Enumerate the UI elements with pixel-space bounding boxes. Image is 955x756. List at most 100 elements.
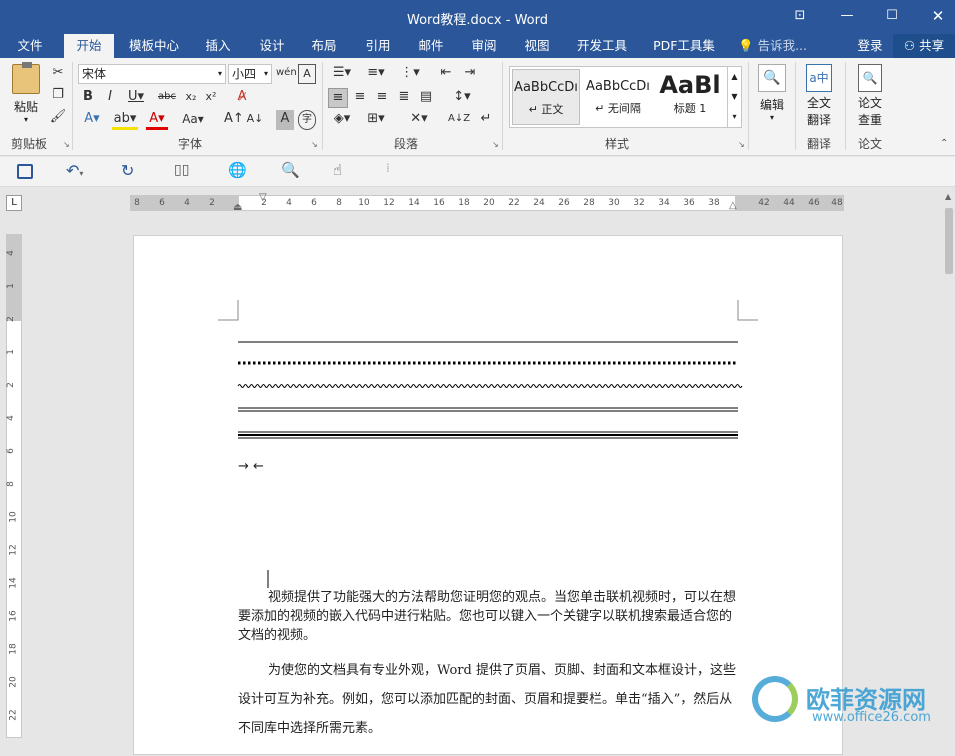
ribbon-display-options-icon[interactable]: ⊡ bbox=[787, 4, 813, 28]
borders-icon[interactable]: ⊞▾ bbox=[362, 110, 390, 130]
redo-icon[interactable]: ↻ bbox=[121, 161, 134, 180]
first-line-indent-marker-icon[interactable]: ▽ bbox=[259, 192, 267, 203]
chinese-layout-icon[interactable]: ✕▾ bbox=[404, 110, 434, 130]
watermark-logo bbox=[752, 676, 798, 722]
style-heading-1[interactable]: AaBl 标题 1 bbox=[656, 69, 724, 125]
font-launcher-icon[interactable]: ↘ bbox=[311, 140, 318, 149]
numbering-icon[interactable]: ≡▾ bbox=[362, 64, 390, 84]
scroll-up-icon[interactable]: ▲ bbox=[945, 192, 951, 201]
highlight-color-icon[interactable]: ab▾ bbox=[112, 110, 138, 130]
styles-scroll[interactable]: ▲ ▼ ▾ bbox=[727, 67, 741, 127]
vruler-number: 16 bbox=[8, 610, 19, 622]
undo-icon[interactable]: ↶▾ bbox=[66, 161, 83, 180]
style-normal[interactable]: AaBbCcDı ↵ 正文 bbox=[512, 69, 580, 125]
editing-button[interactable]: 🔍 编辑 ▾ bbox=[754, 64, 790, 128]
paste-button[interactable]: 粘贴 ▾ bbox=[8, 62, 44, 126]
paragraph-group-label: 段落 bbox=[393, 137, 418, 151]
format-painter-icon[interactable]: 🖌 bbox=[48, 108, 68, 128]
paragraph-launcher-icon[interactable]: ↘ bbox=[492, 140, 499, 149]
scroll-thumb[interactable] bbox=[945, 208, 953, 274]
shrink-font-icon[interactable]: A↓ bbox=[246, 110, 264, 130]
top-margin-area bbox=[7, 235, 21, 321]
align-center-icon[interactable]: ≡ bbox=[350, 88, 370, 108]
left-indent-marker-icon[interactable]: ⏏ bbox=[233, 202, 242, 213]
sort-icon[interactable]: A↓Z bbox=[448, 110, 470, 130]
touch-mode-icon[interactable]: ☝ bbox=[333, 161, 342, 179]
strikethrough-icon[interactable]: abc bbox=[154, 88, 180, 108]
copy-icon[interactable]: ❐ bbox=[48, 86, 68, 106]
close-button[interactable]: ✕ bbox=[925, 4, 951, 28]
save-icon[interactable] bbox=[17, 164, 33, 179]
font-size-combo[interactable]: 小四 ▾ bbox=[228, 64, 272, 84]
font-name-combo[interactable]: 宋体 ▾ bbox=[78, 64, 226, 84]
tab-review[interactable]: 审阅 bbox=[462, 34, 506, 58]
collapse-ribbon-icon[interactable]: ⌃ bbox=[940, 138, 948, 149]
group-divider bbox=[322, 62, 323, 150]
full-text-translate-button[interactable]: a中 全文 翻译 bbox=[800, 64, 838, 134]
change-case-icon[interactable]: Aa▾ bbox=[180, 110, 206, 130]
align-right-icon[interactable]: ≡ bbox=[372, 88, 392, 108]
styles-launcher-icon[interactable]: ↘ bbox=[738, 140, 745, 149]
style-no-spacing[interactable]: AaBbCcDı ↵ 无间隔 bbox=[584, 69, 652, 125]
ruler-number: 34 bbox=[658, 198, 670, 208]
bullets-icon[interactable]: ☰▾ bbox=[328, 64, 356, 84]
ruler-number: 6 bbox=[159, 198, 165, 208]
cut-icon[interactable]: ✂ bbox=[48, 64, 68, 84]
tab-pdf-tools[interactable]: PDF工具集 bbox=[646, 34, 722, 58]
tab-selector-icon[interactable]: L bbox=[6, 195, 22, 211]
show-marks-icon[interactable]: ↵ bbox=[478, 110, 494, 130]
vruler-number: 1 bbox=[5, 349, 16, 355]
right-indent-marker-icon[interactable]: △ bbox=[729, 200, 737, 211]
clipboard-launcher-icon[interactable]: ↘ bbox=[63, 140, 70, 149]
superscript-icon[interactable]: x² bbox=[202, 88, 220, 108]
tab-mailings[interactable]: 邮件 bbox=[409, 34, 453, 58]
group-divider bbox=[795, 62, 796, 150]
decrease-indent-icon[interactable]: ⇤ bbox=[436, 64, 456, 84]
tab-design[interactable]: 设计 bbox=[250, 34, 294, 58]
character-shading-icon[interactable]: A bbox=[276, 110, 294, 130]
tab-view[interactable]: 视图 bbox=[515, 34, 559, 58]
increase-indent-icon[interactable]: ⇥ bbox=[460, 64, 480, 84]
maximize-button[interactable]: ☐ bbox=[879, 4, 905, 28]
bold-icon[interactable]: B bbox=[80, 88, 96, 108]
thesis-group-label: 论文 bbox=[857, 137, 882, 151]
tab-template-center[interactable]: 模板中心 bbox=[122, 34, 186, 58]
ruler-number: 8 bbox=[134, 198, 140, 208]
multilevel-list-icon[interactable]: ⋮▾ bbox=[396, 64, 424, 84]
styles-group-label: 样式 bbox=[604, 137, 629, 151]
thesis-check-button[interactable]: 🔍 论文 查重 bbox=[851, 64, 889, 134]
distributed-icon[interactable]: ▤ bbox=[416, 88, 436, 108]
customize-qat-icon[interactable]: ⁞ bbox=[386, 161, 390, 175]
enclose-characters-icon[interactable]: 字 bbox=[298, 110, 316, 130]
tab-insert[interactable]: 插入 bbox=[196, 34, 240, 58]
tab-file[interactable]: 文件 bbox=[8, 34, 52, 58]
minimize-button[interactable]: — bbox=[834, 4, 860, 28]
web-layout-icon[interactable]: 🌐 bbox=[228, 161, 247, 179]
print-preview-icon[interactable]: 🔍 bbox=[281, 161, 300, 179]
horizontal-ruler[interactable]: 8 6 4 2 2 4 6 8 10 12 14 16 18 20 22 24 … bbox=[130, 192, 844, 213]
tab-developer[interactable]: 开发工具 bbox=[570, 34, 634, 58]
subscript-icon[interactable]: x₂ bbox=[182, 88, 200, 108]
character-border-icon[interactable]: A bbox=[298, 64, 316, 84]
shading-icon[interactable]: ◈▾ bbox=[328, 110, 356, 130]
clear-formatting-icon[interactable]: A̷ bbox=[232, 88, 252, 108]
style-preview: AaBbCcDı bbox=[586, 79, 650, 94]
tell-me-box[interactable]: 💡 告诉我... bbox=[738, 34, 810, 58]
grow-font-icon[interactable]: A↑ bbox=[224, 110, 244, 130]
share-button[interactable]: ⚇ 共享 bbox=[893, 34, 955, 58]
vertical-scrollbar[interactable]: ▲ bbox=[943, 188, 955, 738]
align-left-icon[interactable]: ≡ bbox=[328, 88, 348, 108]
ruler-number: 42 bbox=[758, 198, 770, 208]
font-color-icon[interactable]: A▾ bbox=[146, 110, 168, 130]
tab-references[interactable]: 引用 bbox=[356, 34, 400, 58]
read-mode-icon[interactable]: ▯▯ bbox=[174, 162, 189, 178]
italic-icon[interactable]: I bbox=[102, 88, 118, 108]
text-effects-icon[interactable]: A▾ bbox=[80, 110, 104, 130]
underline-icon[interactable]: U▾ bbox=[124, 88, 148, 108]
tab-layout[interactable]: 布局 bbox=[302, 34, 346, 58]
tab-home[interactable]: 开始 bbox=[64, 34, 114, 58]
justify-icon[interactable]: ≣ bbox=[394, 88, 414, 108]
sign-in-link[interactable]: 登录 bbox=[850, 34, 890, 58]
line-spacing-icon[interactable]: ↕▾ bbox=[448, 88, 476, 108]
phonetic-guide-icon[interactable]: wén bbox=[276, 64, 297, 84]
